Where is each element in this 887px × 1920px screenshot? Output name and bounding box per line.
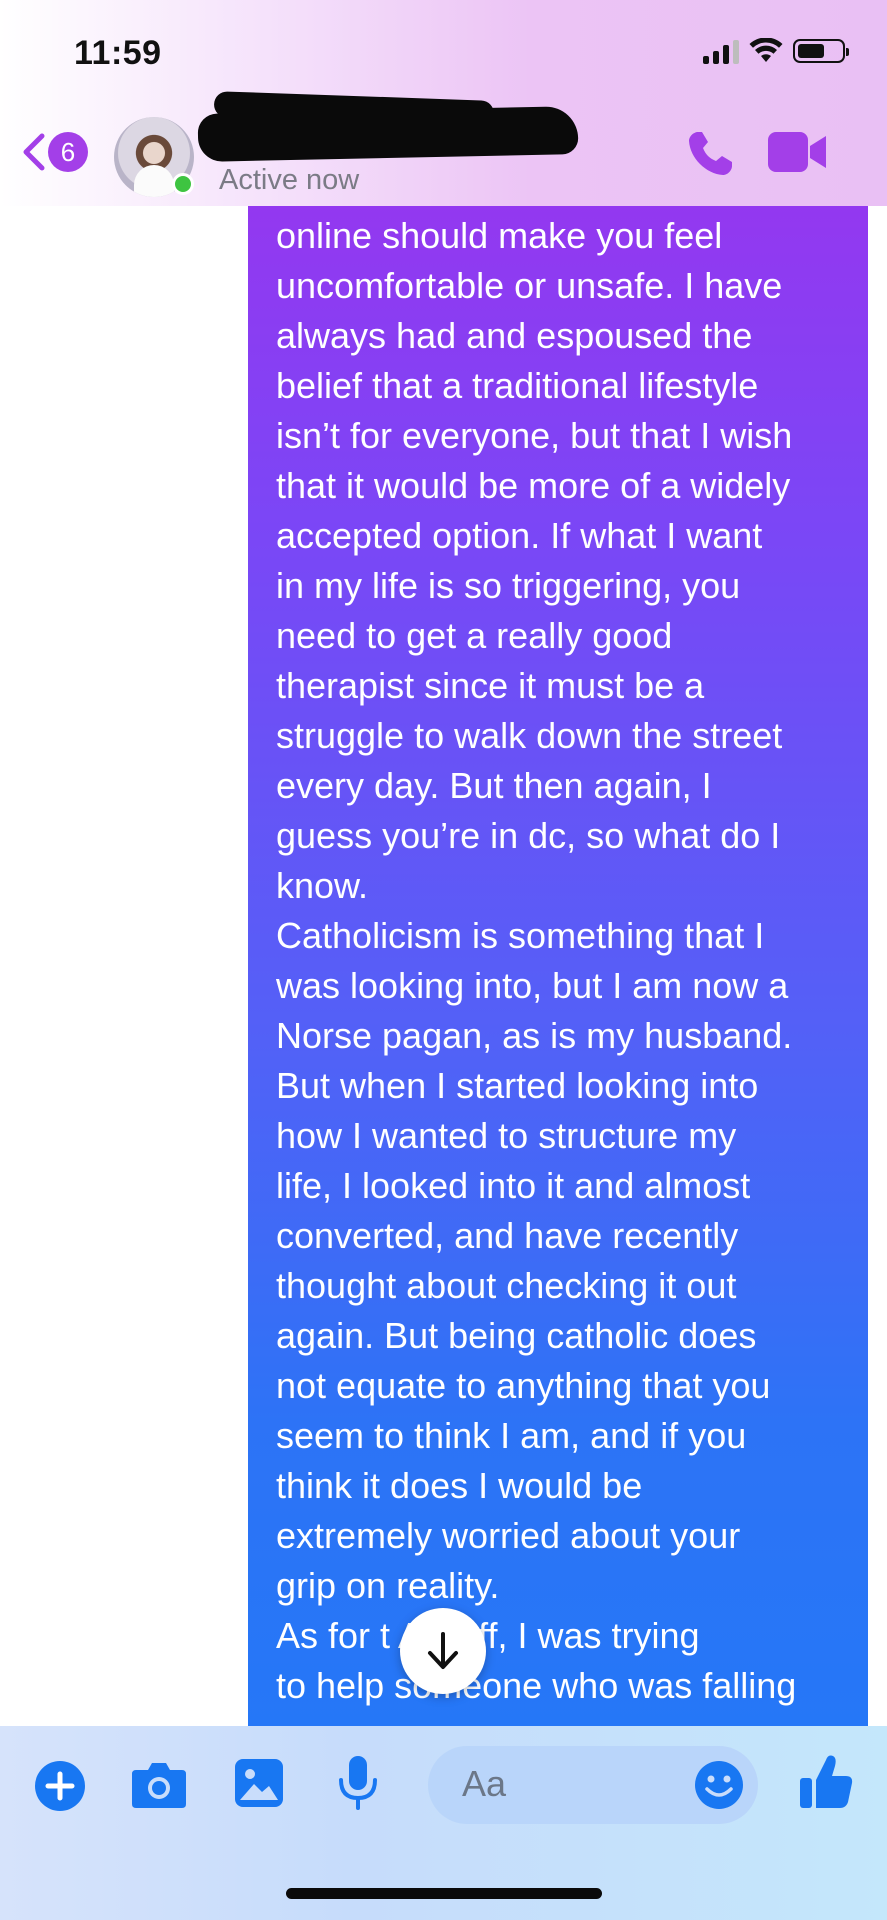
unread-badge: 6	[48, 132, 88, 172]
arrow-down-icon	[428, 1632, 458, 1669]
presence-status: Active now	[219, 164, 360, 196]
video-call-button[interactable]	[766, 130, 828, 179]
image-icon	[235, 1759, 283, 1807]
status-time: 11:59	[74, 34, 162, 72]
wifi-icon	[749, 38, 783, 62]
message-text: online should make you feel uncomfortabl…	[276, 215, 797, 1706]
video-camera-icon	[768, 132, 826, 172]
battery-icon	[793, 39, 849, 63]
status-icons	[703, 38, 849, 64]
like-button[interactable]	[798, 1752, 854, 1817]
back-button[interactable]: 6	[20, 132, 88, 172]
online-indicator	[172, 173, 194, 195]
phone-icon	[689, 132, 732, 175]
message-input-placeholder: Aa	[462, 1763, 507, 1804]
gallery-button[interactable]	[232, 1756, 286, 1815]
microphone-icon	[339, 1756, 377, 1810]
voice-message-button[interactable]	[336, 1754, 380, 1817]
audio-call-button[interactable]	[684, 128, 736, 185]
plus-circle-icon	[35, 1761, 85, 1811]
camera-icon	[132, 1763, 186, 1808]
contact-name-redacted[interactable]	[197, 106, 579, 162]
chevron-left-icon	[23, 133, 45, 171]
add-button[interactable]	[34, 1760, 86, 1817]
smiley-icon	[695, 1761, 743, 1809]
camera-button[interactable]	[130, 1760, 188, 1815]
scroll-to-bottom-button[interactable]	[400, 1608, 486, 1694]
thumbs-up-icon	[800, 1755, 853, 1808]
home-indicator	[286, 1888, 602, 1899]
cellular-signal-icon	[703, 38, 739, 64]
emoji-button[interactable]	[694, 1760, 744, 1815]
